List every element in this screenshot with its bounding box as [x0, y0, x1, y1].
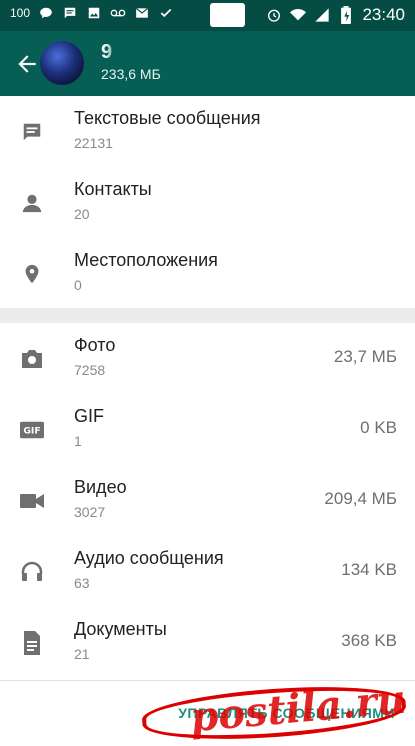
item-title: Текстовые сообщения — [74, 108, 261, 128]
item-count: 22131 — [74, 135, 113, 151]
item-size: 23,7 МБ — [333, 347, 397, 366]
list-item-audio-messages[interactable]: Аудио сообщения 63 134 KB — [0, 536, 415, 607]
gif-icon: GIF — [20, 418, 44, 442]
list-item-locations[interactable]: Местоположения 0 — [0, 238, 415, 309]
item-count: 21 — [74, 646, 90, 662]
section-divider — [0, 308, 415, 323]
svg-text:GIF: GIF — [23, 425, 40, 436]
item-count: 20 — [74, 206, 90, 222]
item-title: Документы — [74, 619, 167, 639]
camera-icon — [20, 347, 44, 371]
status-left: 100 — [10, 5, 174, 21]
bottom-action-bar: УПРАВЛЯТЬ СООБЩЕНИЯМИ postila.ru — [0, 676, 415, 746]
item-title: Контакты — [74, 179, 152, 199]
app-bar: 9 233,6 МБ — [0, 31, 415, 96]
item-count: 7258 — [74, 362, 106, 378]
item-title: Местоположения — [74, 250, 218, 270]
document-icon — [20, 630, 44, 655]
status-number: 100 — [10, 6, 31, 20]
image-icon — [86, 5, 102, 21]
item-count: 0 — [74, 277, 82, 293]
headphones-icon — [20, 560, 44, 584]
list-item-photos[interactable]: Фото 7258 23,7 МБ — [0, 323, 415, 394]
signal-icon — [314, 7, 330, 23]
back-arrow-icon[interactable] — [14, 51, 40, 77]
item-size: 368 KB — [341, 631, 397, 650]
item-title: Аудио сообщения — [74, 548, 224, 568]
item-count: 3027 — [74, 504, 106, 520]
list-group-media: Фото 7258 23,7 МБ GIF GIF 1 0 KB Видео 3… — [0, 323, 415, 680]
list-item-gif[interactable]: GIF GIF 1 0 KB — [0, 394, 415, 465]
speech-bubble-icon — [38, 5, 54, 21]
status-white-box — [210, 3, 245, 27]
redacted-name-blur — [110, 41, 180, 63]
mail-icon — [134, 5, 150, 21]
list-item-text-messages[interactable]: Текстовые сообщения 22131 — [0, 96, 415, 167]
message-icon — [20, 120, 44, 144]
contact-avatar[interactable] — [40, 41, 84, 85]
item-title: Фото — [74, 335, 116, 355]
item-title: Видео — [74, 477, 127, 497]
wifi-icon — [290, 7, 307, 23]
battery-icon — [338, 6, 354, 24]
list-item-documents[interactable]: Документы 21 368 KB — [0, 607, 415, 678]
item-title: GIF — [74, 406, 104, 426]
video-camera-icon — [20, 489, 44, 513]
check-icon — [158, 5, 174, 21]
item-count: 1 — [74, 433, 82, 449]
list-item-videos[interactable]: Видео 3027 209,4 МБ — [0, 465, 415, 536]
message-icon — [62, 5, 78, 21]
watermark-text: postila.ru — [188, 675, 408, 742]
location-pin-icon — [20, 262, 44, 286]
item-size: 209,4 МБ — [324, 489, 397, 508]
item-size: 134 KB — [341, 560, 397, 579]
status-time: 23:40 — [362, 5, 405, 24]
storage-size: 233,6 МБ — [101, 66, 161, 82]
item-count: 63 — [74, 575, 90, 591]
item-size: 0 KB — [360, 418, 397, 437]
status-right: 23:40 — [266, 5, 405, 25]
status-bar: 100 23:40 — [0, 0, 415, 31]
list-item-contacts[interactable]: Контакты 20 — [0, 167, 415, 238]
alarm-icon — [266, 7, 282, 23]
voicemail-icon — [110, 5, 126, 21]
list-group-messages: Текстовые сообщения 22131 Контакты 20 Ме… — [0, 96, 415, 308]
person-icon — [20, 191, 44, 215]
